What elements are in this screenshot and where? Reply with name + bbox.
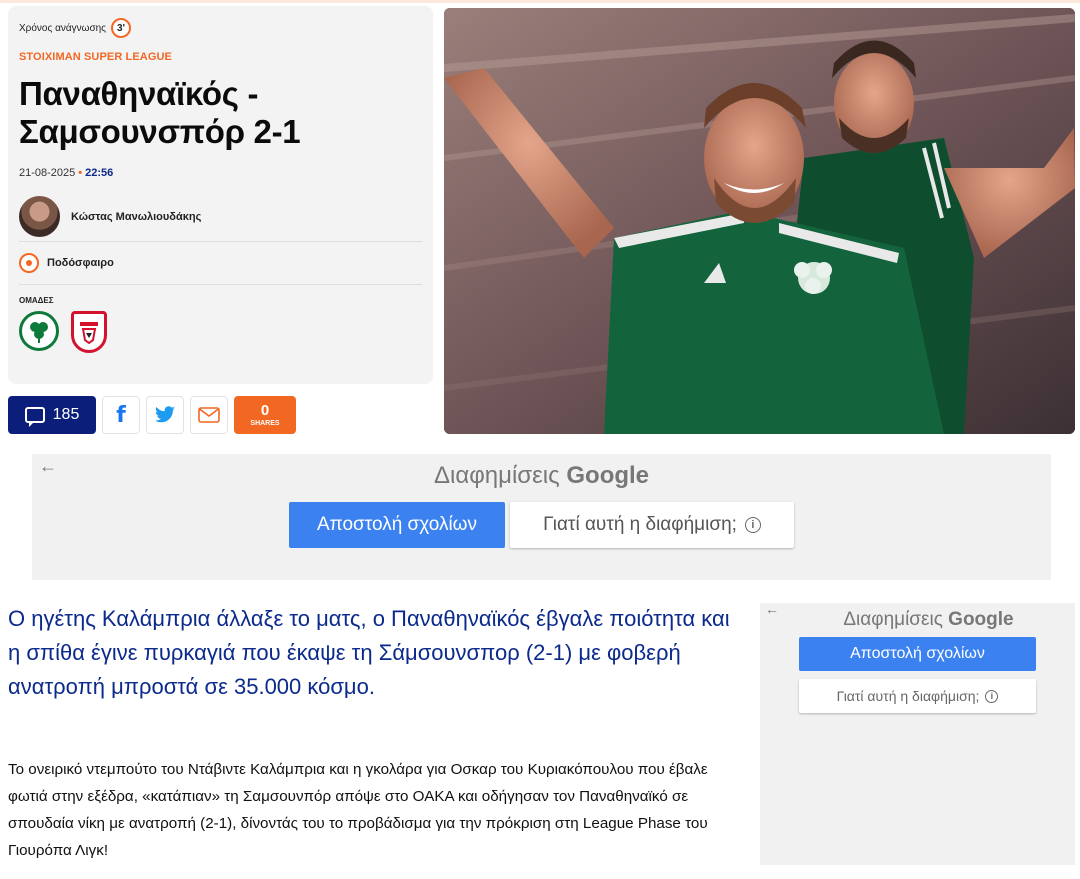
football-icon [19, 253, 39, 273]
article-lead: Ο ηγέτης Καλάμπρια άλλαξε το ματς, ο Παν… [8, 606, 730, 699]
facebook-share-button[interactable]: f [102, 396, 140, 434]
ad-title-prefix: Διαφημίσεις [843, 609, 943, 630]
article-hero-image [444, 8, 1075, 434]
why-this-ad-label: Γιατί αυτή η διαφήμιση; [543, 514, 737, 535]
why-this-ad-button[interactable]: Γιατί αυτή η διαφήμιση; i [510, 502, 794, 548]
sport-name[interactable]: Ποδόσφαιρο [47, 257, 114, 269]
reading-time: Χρόνος ανάγνωσης 3' [19, 18, 422, 38]
reading-time-badge: 3' [111, 18, 132, 38]
twitter-share-button[interactable] [146, 396, 184, 434]
ad-title-prefix: Διαφημίσεις [433, 462, 560, 489]
top-accent-line [0, 0, 1080, 3]
reading-time-label: Χρόνος ανάγνωσης [19, 22, 107, 34]
sport-tag[interactable]: Ποδόσφαιρο [19, 242, 422, 285]
author-avatar[interactable] [19, 196, 60, 237]
ad-title-brand: Google [948, 609, 1014, 630]
comments-count: 185 [52, 406, 80, 423]
team-crest-panathinaikos[interactable] [19, 311, 59, 351]
author-row[interactable]: Κώστας Μανωλιουδάκης [19, 196, 422, 242]
shares-label: SHARES [250, 420, 280, 427]
why-this-ad-button[interactable]: Γιατί αυτή η διαφήμιση; i [799, 679, 1036, 713]
mail-icon [198, 407, 220, 423]
teams-list [19, 311, 422, 353]
why-this-ad-label: Γιατί αυτή η διαφήμιση; [836, 688, 980, 704]
ad-title: Διαφημίσεις Google [32, 462, 1051, 490]
info-icon: i [744, 517, 761, 533]
publish-date: 21-08-2025 • 22:56 [19, 167, 422, 179]
email-share-button[interactable] [190, 396, 228, 434]
share-bar: 185 f 0 SHARES [8, 396, 296, 434]
samsunspor-emblem-icon [80, 322, 98, 344]
shares-counter: 0 SHARES [234, 396, 296, 434]
league-link[interactable]: STOIXIMAN SUPER LEAGUE [19, 51, 422, 63]
date-value: 21-08-2025 [19, 167, 76, 179]
twitter-icon [155, 406, 175, 423]
facebook-icon: f [116, 402, 126, 428]
send-feedback-button[interactable]: Αποστολή σχολίων [289, 502, 505, 548]
article-title: Παναθηναϊκός - Σαμσουνσπόρ 2-1 [19, 75, 301, 150]
comments-button[interactable]: 185 [8, 396, 96, 434]
article-info-card: Χρόνος ανάγνωσης 3' STOIXIMAN SUPER LEAG… [8, 6, 433, 384]
ad-buttons: Αποστολή σχολίων Γιατί αυτή η διαφήμιση;… [32, 502, 1051, 548]
shamrock-icon [30, 322, 48, 343]
send-feedback-button[interactable]: Αποστολή σχολίων [799, 637, 1036, 671]
comment-bubble-icon [24, 407, 45, 427]
google-ad-sidebar: ← Διαφημίσεις Google Αποστολή σχολίων Γι… [760, 601, 1075, 865]
google-ad-banner: ← Διαφημίσεις Google Αποστολή σχολίων Γι… [32, 454, 1051, 580]
article-body-paragraph: Το ονειρικό ντεμπούτο του Ντάβιντε Καλάμ… [8, 761, 708, 859]
time-value: 22:56 [85, 167, 114, 179]
info-icon: i [985, 689, 999, 703]
teams-label: ΟΜΑΔΕΣ [19, 296, 54, 305]
celebrating-players-photo [444, 8, 1075, 434]
author-name[interactable]: Κώστας Μανωλιουδάκης [71, 211, 201, 223]
ad-title-brand: Google [566, 462, 650, 489]
ad-title: Διαφημίσεις Google [760, 609, 1075, 631]
team-crest-samsunspor[interactable] [71, 311, 107, 353]
shares-count: 0 [260, 402, 270, 419]
date-separator: • [78, 167, 83, 179]
